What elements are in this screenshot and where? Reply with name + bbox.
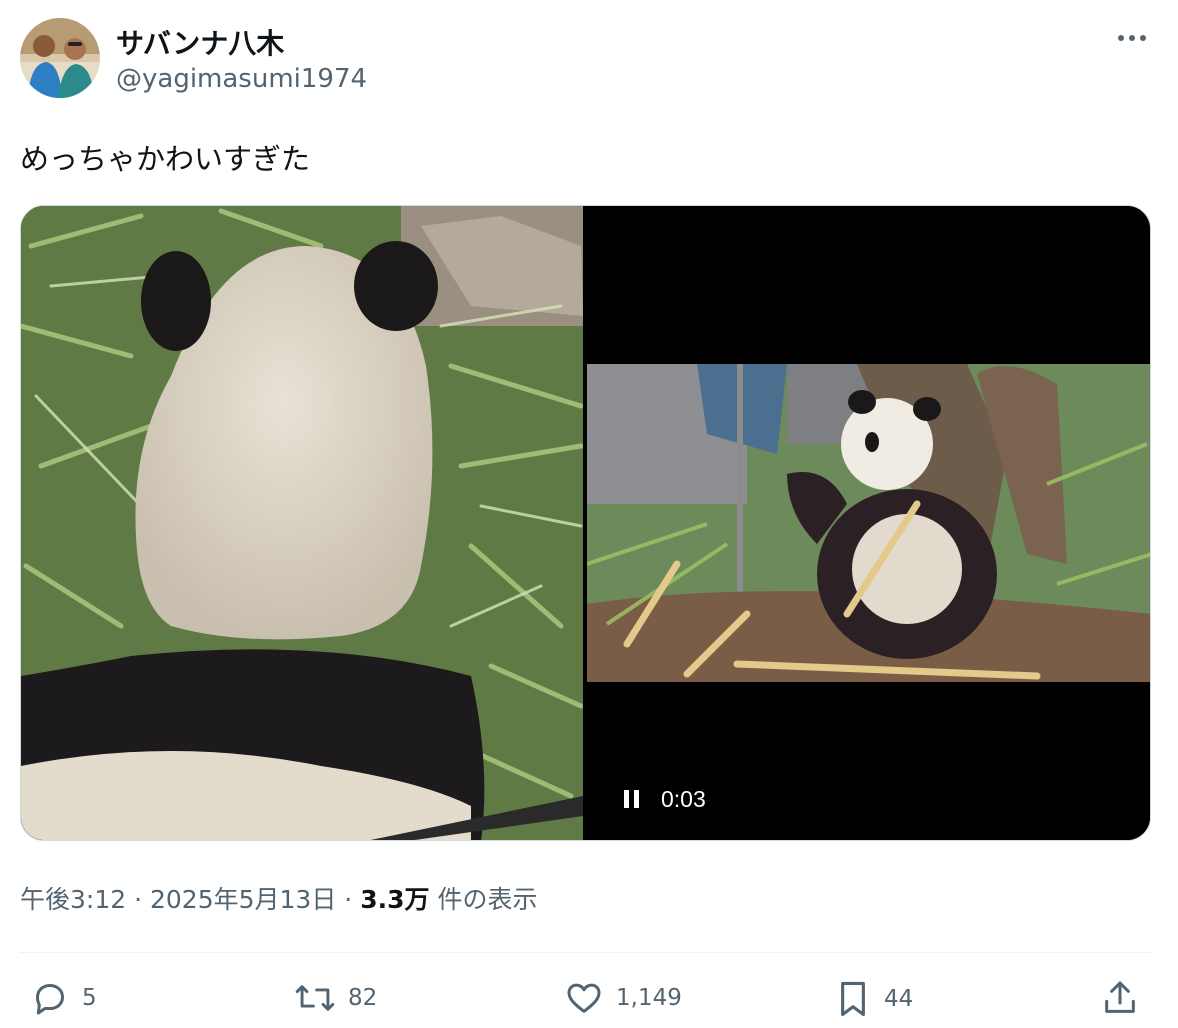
like-count: 1,149 (616, 985, 682, 1011)
reply-count: 5 (82, 985, 97, 1011)
divider (20, 952, 1152, 953)
reply-icon (36, 984, 64, 1015)
more-icon[interactable] (1112, 26, 1152, 50)
tweet-meta: 午後3:12 · 2025年5月13日 · 3.3万 件の表示 (20, 880, 537, 916)
media-grid: 0:03 (20, 205, 1151, 841)
panda-photo[interactable] (21, 206, 584, 840)
tweet-text: めっちゃかわいすぎた (20, 142, 311, 176)
panda-video[interactable]: 0:03 (587, 206, 1150, 840)
repost-icon (295, 985, 335, 1011)
like-button[interactable]: 1,149 (564, 978, 682, 1018)
bookmark-button[interactable]: 44 (834, 978, 913, 1020)
tweet-time[interactable]: 午後3:12 (20, 885, 126, 914)
meta-separator: · (344, 885, 353, 914)
meta-separator: · (134, 885, 143, 914)
author-display-name[interactable]: サバンナ八木 (116, 22, 284, 62)
views-count: 3.3万 (360, 885, 430, 914)
author-handle[interactable]: @yagimasumi1974 (116, 64, 367, 94)
video-duration: 0:03 (661, 786, 706, 812)
heart-icon (567, 983, 601, 1013)
avatar[interactable] (20, 18, 100, 98)
share-button[interactable] (1100, 978, 1140, 1018)
tweet-date[interactable]: 2025年5月13日 (150, 885, 336, 914)
bookmark-icon (841, 981, 865, 1017)
bookmark-count: 44 (884, 986, 914, 1012)
reply-button[interactable]: 5 (30, 978, 97, 1018)
views-label: 件の表示 (437, 885, 538, 914)
repost-count: 82 (348, 985, 378, 1011)
pause-icon[interactable] (623, 788, 641, 810)
share-icon (1105, 981, 1135, 1013)
repost-button[interactable]: 82 (294, 978, 377, 1018)
